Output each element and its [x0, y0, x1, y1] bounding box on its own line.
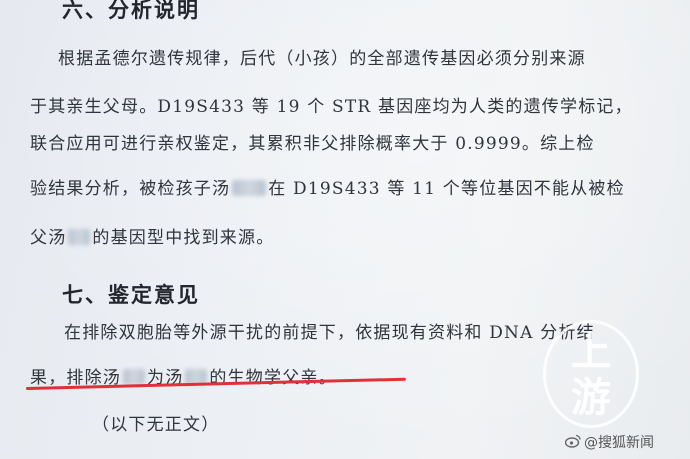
document-page: 六、分析说明 根据孟德尔遗传规律，后代（小孩）的全部遗传基因必须分别来源 于其亲… — [0, 0, 690, 459]
section-heading-opinion: 七、鉴定意见 — [62, 282, 200, 307]
analysis-line-4-pre: 验结果分析，被检孩子汤 — [30, 179, 231, 199]
watermark-footer: @搜狐新闻 — [584, 435, 654, 451]
redacted-name — [123, 369, 145, 385]
redacted-name — [232, 180, 267, 196]
analysis-line-4-post: 在 D19S433 等 11 个等位基因不能从被检 — [268, 179, 625, 199]
opinion-line-1: 在排除双胞胎等外源干扰的前提下，依据现有资料和 DNA 分析结 — [64, 323, 595, 343]
analysis-line-4: 验结果分析，被检孩子汤 在 D19S433 等 11 个等位基因不能从被检 — [30, 174, 625, 199]
analysis-line-2: 于其亲生父母。D19S433 等 19 个 STR 基因座均为人类的遗传学标记， — [30, 97, 633, 117]
redacted-name — [68, 229, 91, 245]
analysis-line-3: 联合应用可进行亲权鉴定，其累积非父排除概率大于 0.9999。综上检 — [30, 134, 595, 154]
analysis-line-5-pre: 父汤 — [30, 228, 67, 248]
analysis-line-1: 根据孟德尔遗传规律，后代（小孩）的全部遗传基因必须分别来源 — [58, 49, 586, 69]
watermark-char: 游 — [571, 375, 611, 421]
analysis-line-5: 父汤 的基因型中找到来源。 — [30, 223, 274, 248]
watermark-char: 上 — [571, 329, 611, 375]
analysis-line-5-post: 的基因型中找到来源。 — [92, 228, 275, 248]
weibo-icon — [565, 434, 581, 448]
watermark-logo: 上 游 — [543, 320, 639, 428]
closing-note: （以下无正文） — [92, 415, 220, 435]
section-heading-analysis: 六、分析说明 — [62, 0, 200, 22]
